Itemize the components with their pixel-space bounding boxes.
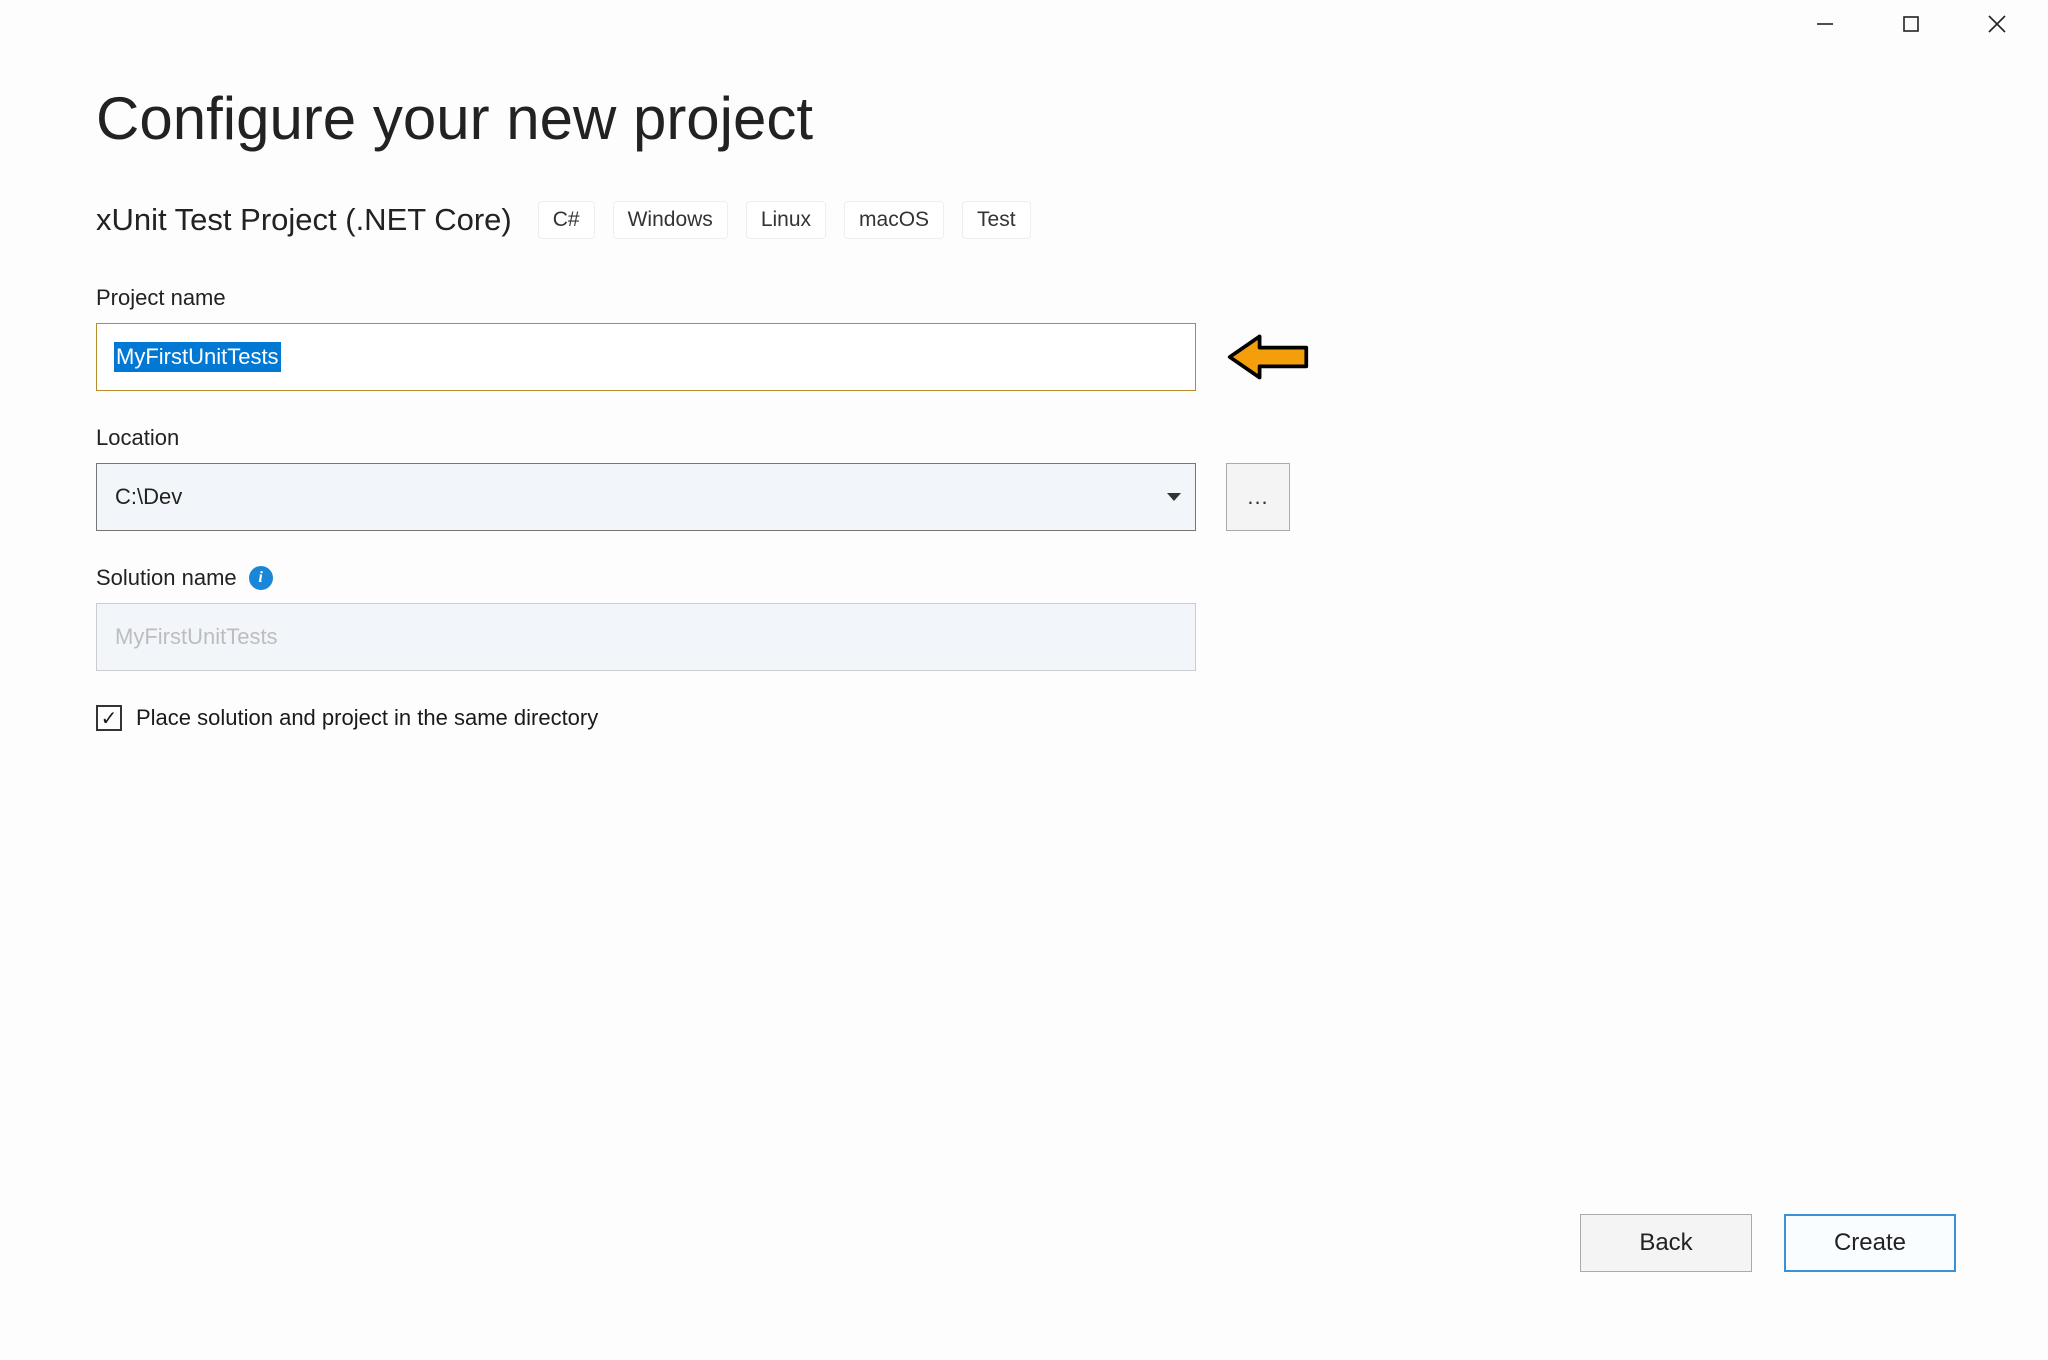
- project-name-input-wrap: MyFirstUnitTests: [96, 323, 1196, 391]
- create-button-label: Create: [1834, 1229, 1906, 1257]
- browse-label: ...: [1247, 484, 1268, 510]
- check-icon: ✓: [101, 706, 118, 731]
- tag-platform-macos: macOS: [844, 201, 944, 239]
- template-info-row: xUnit Test Project (.NET Core) C# Window…: [96, 201, 1296, 239]
- chevron-down-icon: [1167, 493, 1181, 501]
- location-combobox[interactable]: C:\Dev: [96, 463, 1196, 531]
- create-button[interactable]: Create: [1784, 1214, 1956, 1272]
- tag-language: C#: [538, 201, 595, 239]
- maximize-button[interactable]: [1888, 1, 1934, 47]
- same-directory-label: Place solution and project in the same d…: [136, 705, 598, 731]
- dialog-content: Configure your new project xUnit Test Pr…: [96, 84, 1296, 731]
- window-controls: [1802, 0, 2048, 48]
- same-directory-checkbox[interactable]: ✓: [96, 705, 122, 731]
- solution-name-input: MyFirstUnitTests: [96, 603, 1196, 671]
- page-title: Configure your new project: [96, 84, 1296, 153]
- project-name-label: Project name: [96, 285, 1296, 311]
- tag-platform-windows: Windows: [613, 201, 728, 239]
- location-value: C:\Dev: [115, 484, 182, 510]
- tag-type-test: Test: [962, 201, 1031, 239]
- same-directory-row: ✓ Place solution and project in the same…: [96, 705, 1296, 731]
- solution-name-placeholder: MyFirstUnitTests: [115, 624, 278, 650]
- info-icon[interactable]: i: [249, 566, 273, 590]
- project-name-row: MyFirstUnitTests: [96, 323, 1296, 391]
- solution-name-row: MyFirstUnitTests: [96, 603, 1296, 671]
- annotation-arrow-icon: [1226, 331, 1310, 383]
- location-row: C:\Dev ...: [96, 463, 1296, 531]
- tag-platform-linux: Linux: [746, 201, 826, 239]
- solution-name-label-text: Solution name: [96, 565, 237, 591]
- project-name-input[interactable]: [96, 323, 1196, 391]
- location-label: Location: [96, 425, 1296, 451]
- dialog-window: Configure your new project xUnit Test Pr…: [0, 0, 2048, 1360]
- solution-name-label: Solution name i: [96, 565, 1296, 591]
- back-button[interactable]: Back: [1580, 1214, 1752, 1272]
- browse-button[interactable]: ...: [1226, 463, 1290, 531]
- back-button-label: Back: [1639, 1229, 1692, 1257]
- template-name: xUnit Test Project (.NET Core): [96, 202, 512, 238]
- dialog-footer: Back Create: [1580, 1214, 1956, 1272]
- close-button[interactable]: [1974, 1, 2020, 47]
- minimize-button[interactable]: [1802, 1, 1848, 47]
